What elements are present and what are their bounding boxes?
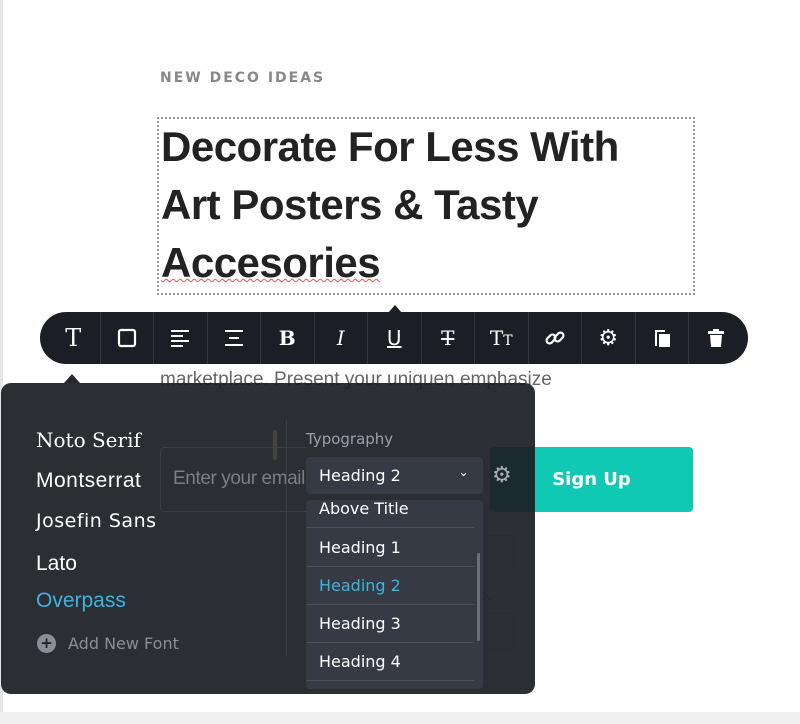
strikethrough-button[interactable]: T — [422, 312, 475, 364]
box-button[interactable] — [101, 312, 154, 364]
link-button[interactable] — [529, 312, 582, 364]
gear-icon[interactable]: ⚙ — [492, 463, 512, 488]
font-option-montserrat[interactable]: Montserrat — [36, 469, 141, 493]
email-input[interactable]: Enter your email — [160, 447, 306, 512]
add-new-font-button[interactable]: + Add New Font — [37, 634, 179, 653]
title-line: Art Posters & Tasty — [161, 181, 539, 228]
align-center-icon — [224, 330, 243, 346]
title-line: Accesories — [161, 239, 381, 286]
typography-dropdown: Above Title Heading 1 Heading 2 Heading … — [306, 500, 483, 689]
font-option-noto-serif[interactable]: Noto Serif — [36, 428, 141, 452]
style-option[interactable]: Heading 4 — [306, 643, 474, 681]
typography-label: Typography — [306, 430, 394, 448]
eyebrow-label: NEW DECO IDEAS — [160, 70, 326, 86]
font-option-lato[interactable]: Lato — [36, 552, 77, 576]
settings-button[interactable]: ⚙ — [582, 312, 636, 364]
box-icon — [117, 328, 136, 348]
dropdown-scrollbar[interactable] — [477, 553, 480, 641]
trash-icon — [707, 329, 724, 347]
text-toolbar: T B I U T TT ⚙ — [40, 312, 748, 364]
align-left-icon — [171, 330, 190, 347]
bold-button[interactable]: B — [261, 312, 315, 364]
chevron-down-icon: ⌄ — [458, 465, 469, 480]
style-option[interactable]: Above Title — [306, 500, 474, 528]
text-size-icon: TT — [489, 326, 513, 350]
strikethrough-icon: T — [441, 326, 455, 350]
text-button[interactable]: T — [47, 312, 101, 364]
page-title[interactable]: Decorate For Less With Art Posters & Tas… — [161, 118, 681, 292]
underline-button[interactable]: U — [368, 312, 422, 364]
style-option[interactable]: Heading 3 — [306, 605, 474, 643]
delete-button[interactable] — [689, 312, 743, 364]
selected-style: Heading 2 — [319, 466, 401, 485]
text-icon: T — [65, 324, 82, 352]
font-option-overpass[interactable]: Overpass — [36, 589, 126, 613]
align-center-button[interactable] — [208, 312, 261, 364]
align-left-button[interactable] — [154, 312, 208, 364]
style-option[interactable]: Heading 1 — [306, 529, 474, 567]
bold-icon: B — [278, 326, 296, 350]
font-list-scrollbar[interactable] — [273, 430, 277, 460]
style-option[interactable]: Heading 2 — [306, 567, 474, 605]
typography-select[interactable]: Heading 2 ⌄ — [306, 457, 483, 494]
panel-divider — [286, 420, 287, 656]
bottom-band — [0, 712, 800, 724]
copy-icon — [654, 330, 670, 347]
italic-icon: I — [336, 326, 345, 350]
gear-icon: ⚙ — [598, 325, 619, 351]
duplicate-button[interactable] — [636, 312, 689, 364]
text-size-button[interactable]: TT — [475, 312, 529, 364]
title-line: Decorate For Less With — [161, 123, 619, 170]
add-font-label: Add New Font — [68, 634, 179, 653]
underline-icon: U — [386, 326, 402, 350]
font-option-josefin-sans[interactable]: Josefin Sans — [36, 510, 157, 532]
plus-circle-icon: + — [37, 634, 56, 653]
panel-caret — [64, 374, 80, 383]
link-icon — [545, 331, 565, 345]
italic-button[interactable]: I — [315, 312, 368, 364]
